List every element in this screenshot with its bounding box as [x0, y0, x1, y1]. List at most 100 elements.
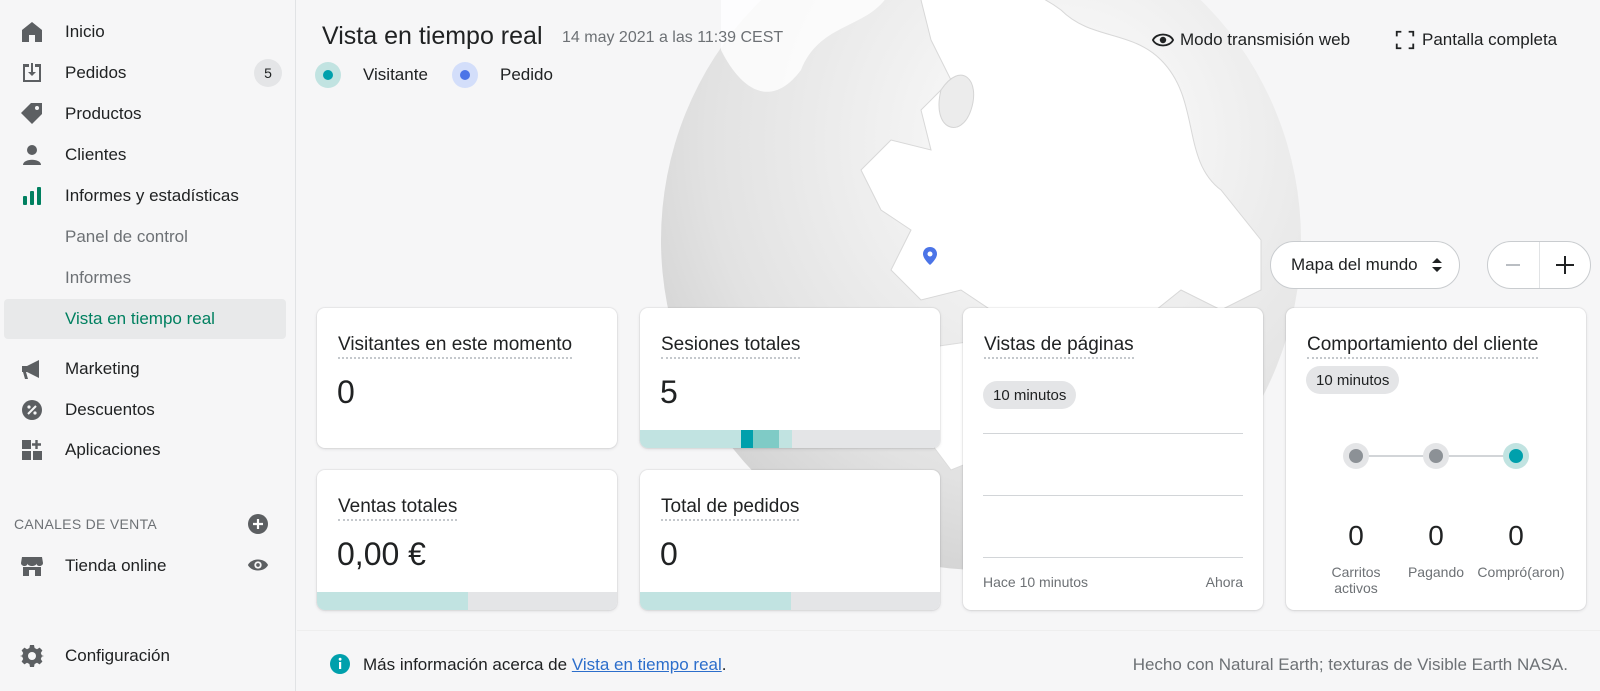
sidebar-item-label: Panel de control	[65, 227, 188, 246]
chart-gridline	[983, 557, 1243, 558]
map-type-value: Mapa del mundo	[1291, 255, 1418, 274]
discount-icon	[22, 400, 42, 420]
home-icon	[22, 22, 42, 42]
card-title[interactable]: Vistas de páginas	[984, 334, 1134, 359]
sidebar-item-informes-estadisticas[interactable]: Informes y estadísticas	[4, 176, 286, 216]
sidebar-item-marketing[interactable]: Marketing	[4, 349, 286, 389]
store-icon	[21, 557, 43, 576]
plus-icon	[1555, 256, 1574, 274]
sidebar-item-label: Aplicaciones	[65, 440, 161, 459]
zoom-in-button[interactable]	[1538, 242, 1590, 288]
card-title[interactable]: Sesiones totales	[661, 334, 801, 359]
visitors-now-card: Visitantes en este momento 0	[317, 308, 617, 448]
add-channel-icon[interactable]	[247, 513, 269, 535]
sidebar-item-productos[interactable]: Productos	[4, 94, 286, 134]
broadcast-mode-button[interactable]: Modo transmisión web	[1152, 29, 1350, 51]
chart-gridline	[983, 495, 1243, 496]
checking-out-label: Pagando	[1407, 564, 1465, 580]
location-pin-icon	[923, 247, 937, 265]
sidebar-item-label: Inicio	[65, 22, 105, 41]
live-view-help-link[interactable]: Vista en tiempo real	[572, 655, 722, 674]
fullscreen-label: Pantalla completa	[1422, 30, 1558, 49]
orders-bar	[640, 592, 940, 610]
sidebar-item-configuracion[interactable]: Configuración	[4, 636, 286, 676]
sales-bar-fill	[317, 592, 468, 610]
sidebar-subitem-informes[interactable]: Informes	[4, 258, 286, 298]
card-title[interactable]: Ventas totales	[338, 496, 458, 521]
map-credit: Hecho con Natural Earth; texturas de Vis…	[1132, 655, 1568, 674]
sidebar-item-label: Productos	[65, 104, 142, 123]
sidebar: Inicio Pedidos 5 Productos Clientes Info…	[0, 0, 296, 691]
checking-out-value: 0	[1428, 520, 1444, 551]
sales-bar	[317, 592, 617, 610]
page-title: Vista en tiempo real	[322, 22, 543, 50]
sidebar-item-label: Clientes	[65, 145, 127, 164]
sidebar-item-clientes[interactable]: Clientes	[4, 135, 286, 175]
megaphone-icon	[22, 360, 39, 379]
legend-order: Pedido	[452, 62, 553, 88]
funnel-step-dot-carts	[1343, 443, 1369, 469]
page-timestamp: 14 may 2021 a las 11:39 CEST	[562, 29, 784, 46]
customer-behavior-card: Comportamiento del cliente 10 minutos 0 …	[1286, 308, 1586, 610]
orders-inbox-icon	[23, 63, 41, 82]
minus-icon	[1506, 264, 1521, 266]
chart-x-start-label: Hace 10 minutos	[983, 574, 1089, 590]
card-value: 0,00 €	[337, 536, 426, 572]
sales-channels-title: CANALES DE VENTA	[14, 516, 158, 532]
period-pill: 10 minutos	[983, 381, 1077, 409]
zoom-controls	[1487, 241, 1591, 289]
total-sales-card: Ventas totales 0,00 €	[317, 470, 617, 610]
fullscreen-icon	[1395, 30, 1415, 50]
info-icon	[330, 654, 350, 674]
sidebar-item-tienda-online[interactable]: Tienda online	[4, 546, 286, 586]
tag-icon	[21, 103, 42, 124]
zoom-out-button[interactable]	[1488, 242, 1539, 288]
card-title[interactable]: Visitantes en este momento	[338, 334, 573, 359]
active-carts-label-1: Carritos	[1331, 564, 1381, 580]
fullscreen-button[interactable]: Pantalla completa	[1394, 29, 1557, 51]
sidebar-subitem-vista-tiempo-real[interactable]: Vista en tiempo real	[4, 299, 286, 339]
chart-x-end-label: Ahora	[1205, 574, 1243, 590]
gear-icon	[20, 645, 44, 667]
sidebar-item-label: Marketing	[65, 359, 140, 378]
sidebar-item-pedidos[interactable]: Pedidos 5	[4, 53, 286, 93]
person-icon	[23, 145, 41, 165]
apps-icon	[22, 440, 42, 460]
eye-icon	[1152, 33, 1174, 47]
card-value: 0	[337, 374, 355, 410]
sidebar-item-aplicaciones[interactable]: Aplicaciones	[4, 430, 286, 470]
card-value: 5	[660, 374, 678, 410]
info-prefix: Más información acerca de	[363, 655, 572, 674]
sidebar-subitem-panel-control[interactable]: Panel de control	[4, 217, 286, 257]
orders-bar-fill	[640, 592, 791, 610]
view-store-eye-icon[interactable]	[247, 554, 269, 576]
card-title[interactable]: Total de pedidos	[661, 496, 800, 521]
legend-label: Pedido	[500, 65, 553, 84]
page-views-card: Vistas de páginas 10 minutos Hace 10 min…	[963, 308, 1263, 610]
chart-gridline	[983, 433, 1243, 434]
active-carts-value: 0	[1348, 520, 1364, 551]
map-type-select[interactable]: Mapa del mundo	[1270, 241, 1460, 289]
funnel-step-dot-purchased	[1503, 443, 1529, 469]
card-value: 0	[660, 536, 678, 572]
sessions-bar	[640, 430, 940, 448]
sidebar-item-descuentos[interactable]: Descuentos	[4, 390, 286, 430]
sidebar-item-inicio[interactable]: Inicio	[4, 12, 286, 52]
legend-label: Visitante	[363, 65, 428, 84]
broadcast-mode-label: Modo transmisión web	[1180, 30, 1351, 49]
purchased-label: Compró(aron)	[1477, 564, 1565, 580]
sidebar-item-label: Pedidos	[65, 63, 127, 82]
purchased-value: 0	[1508, 520, 1524, 551]
sidebar-item-label: Descuentos	[65, 400, 155, 419]
total-sessions-card: Sesiones totales 5	[640, 308, 940, 448]
sessions-bar-segment-mid	[753, 430, 779, 448]
select-arrows-icon	[1432, 258, 1442, 272]
sidebar-item-label: Informes y estadísticas	[65, 186, 239, 205]
card-title[interactable]: Comportamiento del cliente	[1307, 334, 1539, 359]
sidebar-item-label: Informes	[65, 268, 132, 287]
main-content: Vista en tiempo real 14 may 2021 a las 1…	[297, 0, 1600, 691]
info-text: Más información acerca de Vista en tiemp…	[363, 655, 727, 675]
info-suffix: .	[721, 655, 727, 674]
sidebar-item-label: Configuración	[65, 646, 170, 665]
active-carts-label-2: activos	[1334, 580, 1378, 596]
